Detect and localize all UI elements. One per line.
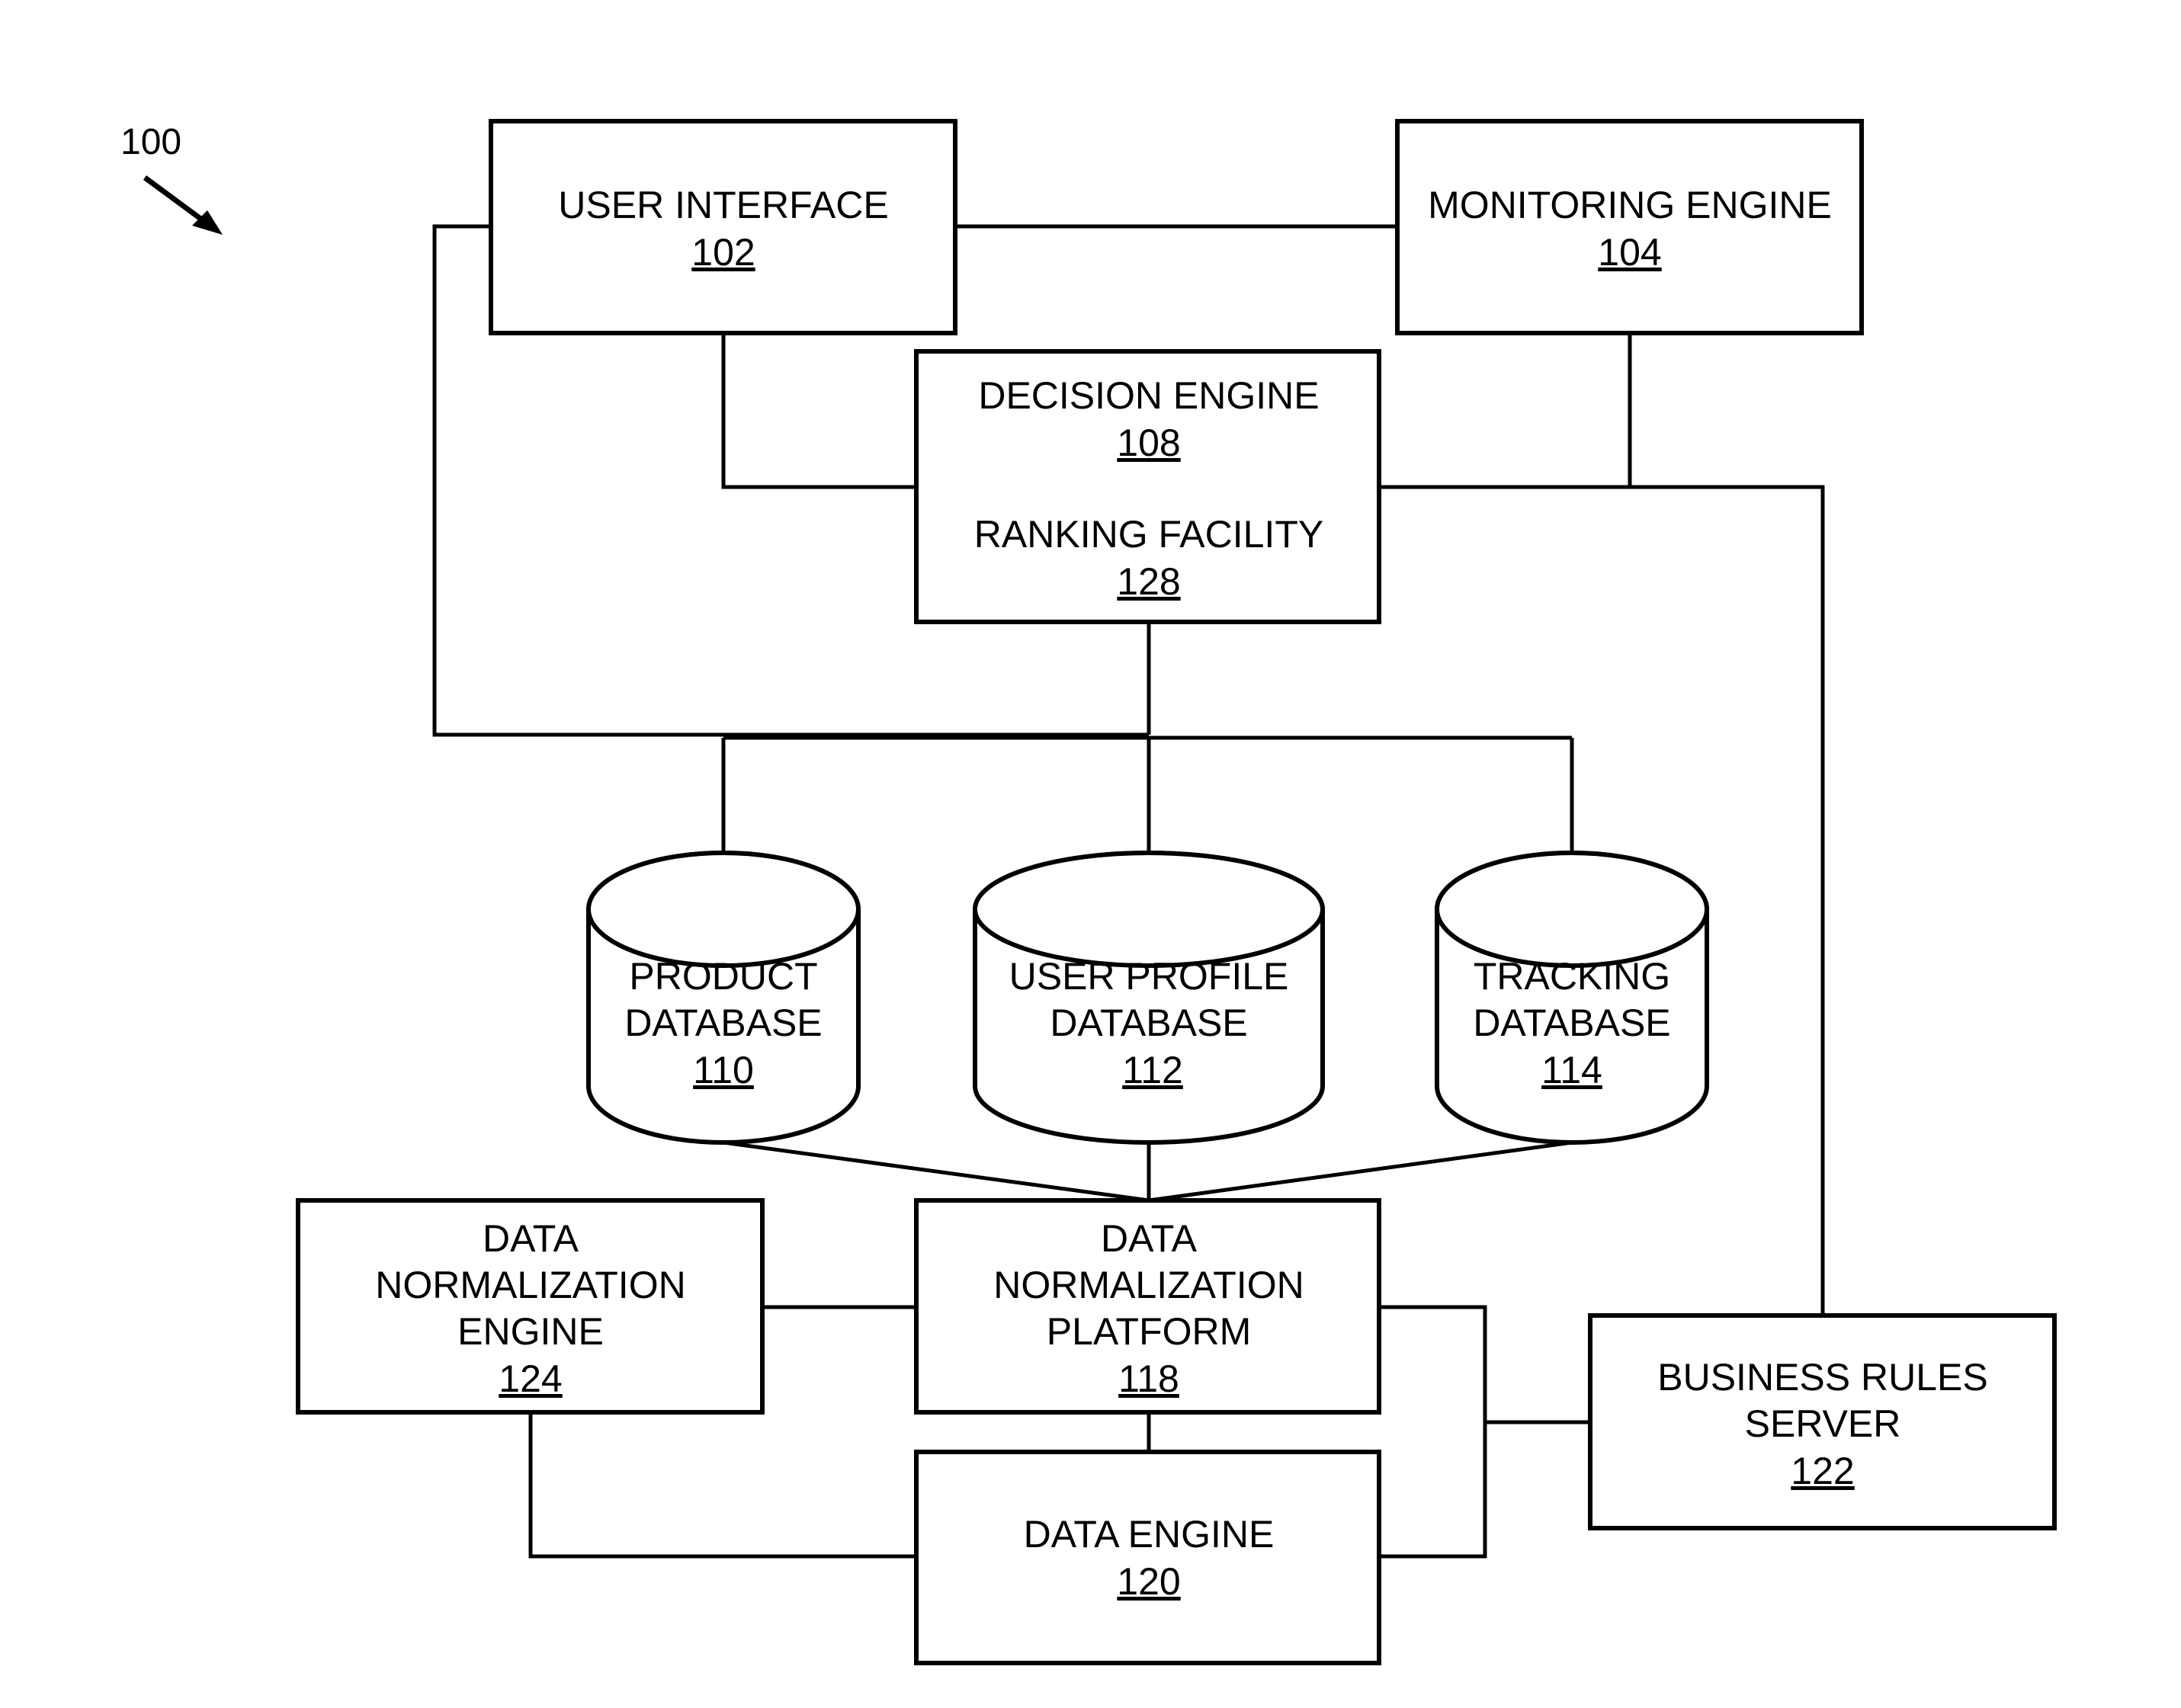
tracking-database-label-line-1: TRACKING [1474, 955, 1670, 998]
monitoring-engine-label: MONITORING ENGINE [1428, 184, 1832, 226]
decision-engine-box: DECISION ENGINE 108 RANKING FACILITY 128 [914, 349, 1381, 624]
business-rules-server-box: BUSINESS RULES SERVER 122 [1588, 1313, 2057, 1530]
user-interface-label: USER INTERFACE [558, 184, 888, 226]
product-database-number: 110 [693, 1049, 754, 1091]
user-profile-database-label-line-2: DATABASE [1050, 1001, 1247, 1044]
wire-product-db-dnp [723, 1140, 1150, 1203]
ranking-facility-number: 128 [1117, 560, 1180, 603]
wire-dne-data-engine [528, 1412, 916, 1559]
decision-engine-label: DECISION ENGINE [978, 374, 1319, 417]
business-rules-server-label-line-2: SERVER [1745, 1402, 1901, 1445]
tracking-database-cylinder: TRACKING DATABASE 114 [1435, 851, 1709, 1145]
business-rules-server-number: 122 [1791, 1450, 1854, 1492]
user-profile-database-label-line-1: USER PROFILE [1009, 955, 1289, 998]
monitoring-engine-number: 104 [1598, 231, 1661, 274]
product-database-cylinder: PRODUCT DATABASE 110 [586, 851, 861, 1145]
data-normalization-platform-number: 118 [1118, 1357, 1179, 1400]
ranking-facility-label: RANKING FACILITY [974, 513, 1323, 556]
data-engine-label: DATA ENGINE [1024, 1513, 1275, 1556]
wire-ui-decision [721, 333, 916, 489]
wire-dnp-bracket [1379, 1305, 1487, 1559]
tracking-database-label-line-2: DATABASE [1473, 1001, 1670, 1044]
data-normalization-engine-label-line-2: NORMALIZATION [375, 1264, 685, 1306]
data-normalization-platform-box: DATA NORMALIZATION PLATFORM 118 [914, 1198, 1381, 1415]
business-rules-server-label-line-1: BUSINESS RULES [1657, 1356, 1987, 1399]
tracking-database-number: 114 [1541, 1049, 1602, 1091]
data-engine-box: DATA ENGINE 120 [914, 1450, 1381, 1665]
data-normalization-platform-label-line-3: PLATFORM [1047, 1310, 1252, 1353]
monitoring-engine-box: MONITORING ENGINE 104 [1395, 119, 1864, 335]
data-normalization-platform-label-line-1: DATA [1101, 1217, 1198, 1260]
user-profile-database-cylinder: USER PROFILE DATABASE 112 [973, 851, 1325, 1145]
arrow-down-right-icon [143, 175, 223, 235]
decision-engine-number: 108 [1117, 421, 1180, 464]
user-interface-box: USER INTERFACE 102 [489, 119, 957, 335]
data-engine-number: 120 [1117, 1560, 1180, 1603]
product-database-label-line-1: PRODUCT [629, 955, 817, 998]
user-profile-database-number: 112 [1122, 1049, 1183, 1091]
product-database-label-line-2: DATABASE [624, 1001, 822, 1044]
user-interface-number: 102 [691, 231, 755, 274]
data-normalization-engine-label-line-3: ENGINE [457, 1310, 604, 1353]
figure-reference-number: 100 [120, 122, 181, 162]
data-normalization-engine-box: DATA NORMALIZATION ENGINE 124 [296, 1198, 765, 1415]
system-diagram: 100 USER INTERFACE 102 MONITORING ENGINE… [120, 119, 2057, 1665]
data-normalization-engine-label-line-1: DATA [483, 1217, 579, 1260]
data-normalization-engine-number: 124 [499, 1357, 562, 1400]
data-normalization-platform-label-line-2: NORMALIZATION [993, 1264, 1304, 1306]
wire-tracking-db-dnp [1148, 1140, 1573, 1203]
